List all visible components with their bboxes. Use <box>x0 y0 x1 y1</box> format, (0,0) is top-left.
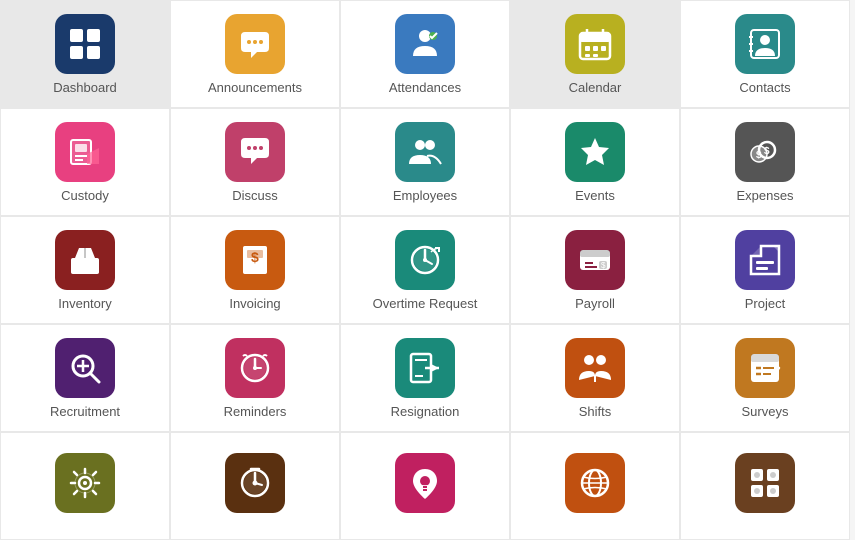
attendances-label: Attendances <box>389 80 461 95</box>
discuss-icon <box>225 122 285 182</box>
shifts-icon <box>565 338 625 398</box>
app-grid: Dashboard Announcements Attendances <box>0 0 855 540</box>
payroll-icon: $ <box>565 230 625 290</box>
custody-icon <box>55 122 115 182</box>
contacts-label: Contacts <box>739 80 790 95</box>
surveys-label: Surveys <box>742 404 789 419</box>
events-icon <box>565 122 625 182</box>
app-item-overtime[interactable]: Overtime Request <box>340 216 510 324</box>
reminders-label: Reminders <box>224 404 287 419</box>
app-item-row5b[interactable] <box>170 432 340 540</box>
app-item-contacts[interactable]: Contacts <box>680 0 850 108</box>
custody-label: Custody <box>61 188 109 203</box>
recruitment-label: Recruitment <box>50 404 120 419</box>
svg-text:$: $ <box>756 150 762 161</box>
app-item-inventory[interactable]: Inventory <box>0 216 170 324</box>
app-item-payroll[interactable]: $ Payroll <box>510 216 680 324</box>
announcements-icon <box>225 14 285 74</box>
app-item-recruitment[interactable]: Recruitment <box>0 324 170 432</box>
announcements-label: Announcements <box>208 80 302 95</box>
app-item-attendances[interactable]: Attendances <box>340 0 510 108</box>
overtime-icon <box>395 230 455 290</box>
row5a-icon <box>55 453 115 513</box>
invoicing-icon: $ <box>225 230 285 290</box>
app-item-dashboard[interactable]: Dashboard <box>0 0 170 108</box>
inventory-label: Inventory <box>58 296 111 311</box>
surveys-icon <box>735 338 795 398</box>
inventory-icon <box>55 230 115 290</box>
app-item-announcements[interactable]: Announcements <box>170 0 340 108</box>
row5d-icon <box>565 453 625 513</box>
app-item-row5d[interactable] <box>510 432 680 540</box>
calendar-icon <box>565 14 625 74</box>
app-item-invoicing[interactable]: $ Invoicing <box>170 216 340 324</box>
reminders-icon <box>225 338 285 398</box>
app-item-discuss[interactable]: Discuss <box>170 108 340 216</box>
app-item-expenses[interactable]: $ $ Expenses <box>680 108 850 216</box>
app-item-reminders[interactable]: Reminders <box>170 324 340 432</box>
invoicing-label: Invoicing <box>229 296 280 311</box>
payroll-label: Payroll <box>575 296 615 311</box>
app-item-shifts[interactable]: Shifts <box>510 324 680 432</box>
employees-icon <box>395 122 455 182</box>
row5b-icon <box>225 453 285 513</box>
resignation-label: Resignation <box>391 404 460 419</box>
attendances-icon <box>395 14 455 74</box>
employees-label: Employees <box>393 188 457 203</box>
recruitment-icon <box>55 338 115 398</box>
expenses-label: Expenses <box>736 188 793 203</box>
app-item-project[interactable]: Project <box>680 216 850 324</box>
expenses-icon: $ $ <box>735 122 795 182</box>
overtime-label: Overtime Request <box>373 296 478 311</box>
app-item-calendar[interactable]: Calendar <box>510 0 680 108</box>
app-item-row5e[interactable] <box>680 432 850 540</box>
calendar-label: Calendar <box>569 80 622 95</box>
app-item-surveys[interactable]: Surveys <box>680 324 850 432</box>
contacts-icon <box>735 14 795 74</box>
app-item-row5a[interactable] <box>0 432 170 540</box>
app-item-resignation[interactable]: Resignation <box>340 324 510 432</box>
row5e-icon <box>735 453 795 513</box>
discuss-label: Discuss <box>232 188 278 203</box>
dashboard-icon <box>55 14 115 74</box>
app-item-custody[interactable]: Custody <box>0 108 170 216</box>
row5c-icon <box>395 453 455 513</box>
app-item-events[interactable]: Events <box>510 108 680 216</box>
project-icon <box>735 230 795 290</box>
shifts-label: Shifts <box>579 404 612 419</box>
resignation-icon <box>395 338 455 398</box>
app-item-row5c[interactable] <box>340 432 510 540</box>
project-label: Project <box>745 296 785 311</box>
app-item-employees[interactable]: Employees <box>340 108 510 216</box>
events-label: Events <box>575 188 615 203</box>
dashboard-label: Dashboard <box>53 80 117 95</box>
svg-text:$: $ <box>601 261 606 270</box>
